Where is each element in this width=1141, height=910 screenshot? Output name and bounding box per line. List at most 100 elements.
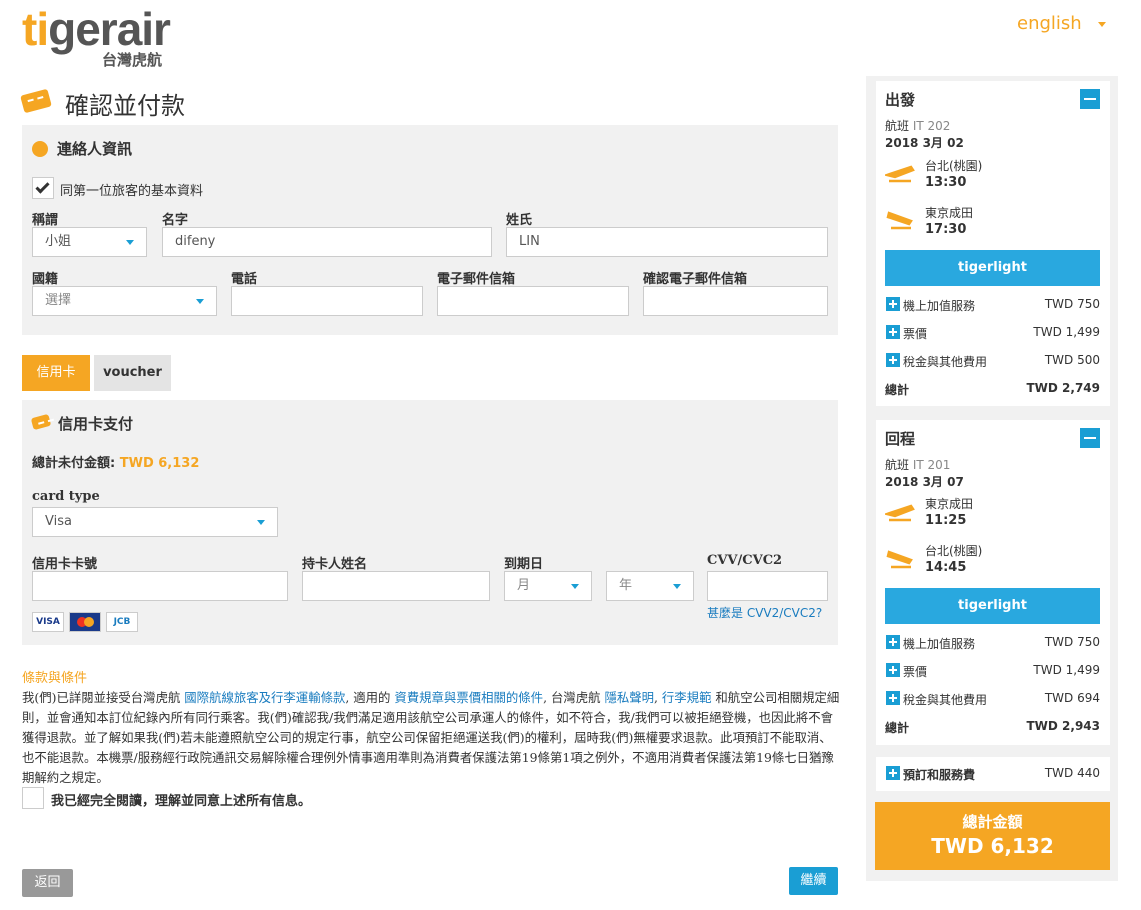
check-icon [35,179,50,194]
inbound-tax-value: TWD 694 [1044,691,1100,705]
inbound-arr-time: 14:45 [925,560,967,575]
outbound-addon-value: TWD 750 [1044,297,1100,311]
expiry-month-select[interactable]: 月 [504,571,592,601]
card-type-label: card type [32,489,100,504]
agree-checkbox[interactable] [22,787,44,809]
last-name-input[interactable]: LIN [506,227,828,257]
inbound-flight: 航班 IT 201 [885,456,950,473]
first-name-label: 名字 [162,213,189,228]
outbound-title: 出發 [885,91,916,109]
expand-plus-icon[interactable] [886,663,900,677]
terms-link-fares[interactable]: 資費規章與票價相關的條件 [394,690,543,705]
card-number-label: 信用卡卡號 [32,557,98,572]
outbound-total-value: TWD 2,749 [1026,381,1100,395]
chevron-down-icon [196,299,204,304]
logo-wordmark: tigerair [22,3,171,55]
expand-plus-icon[interactable] [886,325,900,339]
outbound-tax-label: 稅金與其他費用 [903,355,988,369]
outbound-total-label: 總計 [885,383,910,397]
chevron-down-icon [673,584,681,589]
chevron-down-icon [571,584,579,589]
first-name-input[interactable]: difeny [162,227,492,257]
language-selector[interactable]: english [1017,13,1082,34]
grand-total: 總計金額 TWD 6,132 [875,802,1110,870]
inbound-total-label: 總計 [885,721,910,735]
terms-part-1: 我(們)已詳閱並接受台灣虎航 [22,690,185,705]
expand-plus-icon[interactable] [886,766,900,780]
title-label: 稱謂 [32,213,59,228]
cvv-help-prefix: 甚麼是 [707,606,747,620]
outbound-date: 2018 3月 02 [885,136,964,150]
outbound-tax-value: TWD 500 [1044,353,1100,367]
card-type-select[interactable]: Visa [32,507,278,537]
inbound-from: 東京成田 [925,497,974,511]
terms-link-privacy[interactable]: 隱私聲明 [604,690,654,705]
total-unpaid-label: 總計未付金額: [32,456,120,471]
email-confirm-input[interactable] [643,286,828,316]
back-button[interactable]: 返回 [22,869,73,897]
nationality-label: 國籍 [32,272,59,287]
plane-takeoff-icon [885,165,915,183]
card-number-input[interactable] [32,571,288,601]
terms-link-carriage[interactable]: 國際航線旅客及行李運輸條款 [184,690,345,705]
card-holder-input[interactable] [302,571,490,601]
inbound-fare-label: 票價 [903,665,928,679]
cvv-input[interactable] [707,571,828,601]
tab-credit-card[interactable]: 信用卡 [22,355,90,391]
collapse-outbound-icon[interactable] [1080,89,1100,109]
email-input[interactable] [437,286,629,316]
phone-label: 電話 [231,272,258,287]
expiry-year-select[interactable]: 年 [606,571,694,601]
cvv-help-link[interactable]: CVV2/CVC2? [747,606,822,620]
outbound-fare-label: 票價 [903,327,928,341]
email-confirm-label: 確認電子郵件信箱 [643,272,748,287]
outbound-flight-no: IT 202 [912,119,951,133]
card-type-value: Visa [45,514,72,529]
ticket-icon [20,88,52,114]
continue-button[interactable]: 繼續 [789,867,838,895]
title-select[interactable]: 小姐 [32,227,147,257]
terms-title: 條款與條件 [22,671,88,686]
contact-section-title: 連絡人資訊 [57,140,133,158]
tigerair-logo[interactable]: tigerair 台灣虎航 [22,4,182,74]
grand-total-label: 總計金額 [962,813,1023,831]
outbound-from: 台北(桃園) [925,159,983,173]
same-as-first-checkbox[interactable] [32,177,54,199]
booking-fee-value: TWD 440 [1044,766,1100,780]
collapse-inbound-icon[interactable] [1080,428,1100,448]
card-holder-label: 持卡人姓名 [302,557,368,572]
inbound-date: 2018 3月 07 [885,475,964,489]
chevron-down-icon [257,520,265,525]
cvv-label: CVV/CVC2 [707,553,783,568]
expiry-label: 到期日 [504,557,544,572]
inbound-dep-time: 11:25 [925,513,967,528]
outbound-flight: 航班 IT 202 [885,117,950,134]
inbound-fare-value: TWD 1,499 [1033,663,1100,677]
nationality-placeholder: 選擇 [45,293,72,308]
chevron-down-icon[interactable] [1098,22,1106,27]
tiger-icon [32,141,48,157]
outbound-arr-time: 17:30 [925,222,967,237]
phone-input[interactable] [231,286,423,316]
nationality-select[interactable]: 選擇 [32,286,217,316]
inbound-to: 台北(桃園) [925,544,983,558]
terms-part-3: , 台灣虎航 [543,690,605,705]
inbound-flight-label: 航班 [885,458,913,472]
credit-card-section-title: 信用卡支付 [58,415,134,433]
expand-plus-icon[interactable] [886,297,900,311]
expand-plus-icon[interactable] [886,691,900,705]
outbound-dep-time: 13:30 [925,175,967,190]
cvv-help[interactable]: 甚麼是 CVV2/CVC2? [707,604,822,621]
terms-part-2: , 適用的 [345,690,395,705]
plane-landing-icon [886,550,913,569]
tab-voucher[interactable]: voucher [94,355,171,391]
inbound-flight-no: IT 201 [912,458,951,472]
outbound-addon-label: 機上加值服務 [903,299,976,313]
total-unpaid: 總計未付金額: TWD 6,132 [32,452,199,471]
expand-plus-icon[interactable] [886,353,900,367]
terms-link-baggage[interactable]: 行李規範 [662,690,712,705]
expand-plus-icon[interactable] [886,635,900,649]
inbound-fare-bar: tigerlight [885,588,1100,624]
last-name-label: 姓氏 [506,213,533,228]
expiry-year-placeholder: 年 [619,578,633,593]
